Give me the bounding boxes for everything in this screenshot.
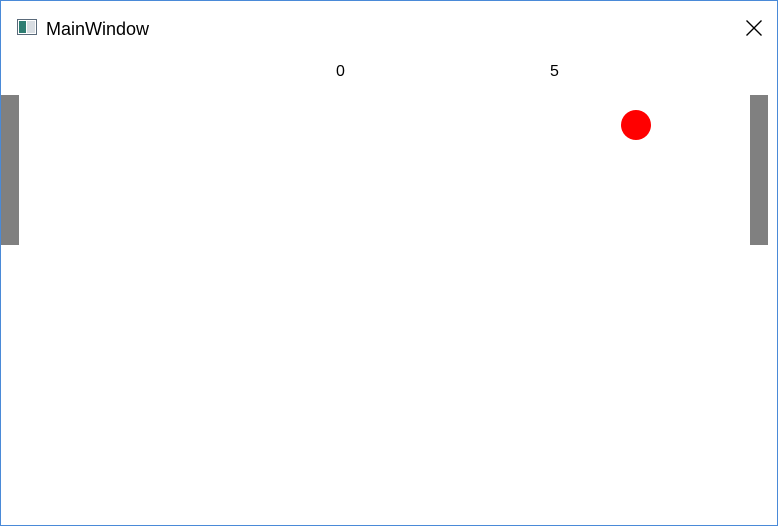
left-paddle xyxy=(1,95,19,245)
close-button[interactable] xyxy=(731,1,777,49)
main-window: MainWindow 0 5 xyxy=(0,0,778,526)
ball xyxy=(621,110,651,140)
right-paddle xyxy=(750,95,768,245)
close-icon xyxy=(746,20,762,36)
window-title: MainWindow xyxy=(46,19,150,39)
window-app-icon xyxy=(17,19,37,35)
game-canvas[interactable]: 0 5 xyxy=(1,49,777,525)
right-player-score: 5 xyxy=(550,63,559,80)
title-bar[interactable]: MainWindow xyxy=(1,1,777,49)
left-player-score: 0 xyxy=(336,63,345,80)
